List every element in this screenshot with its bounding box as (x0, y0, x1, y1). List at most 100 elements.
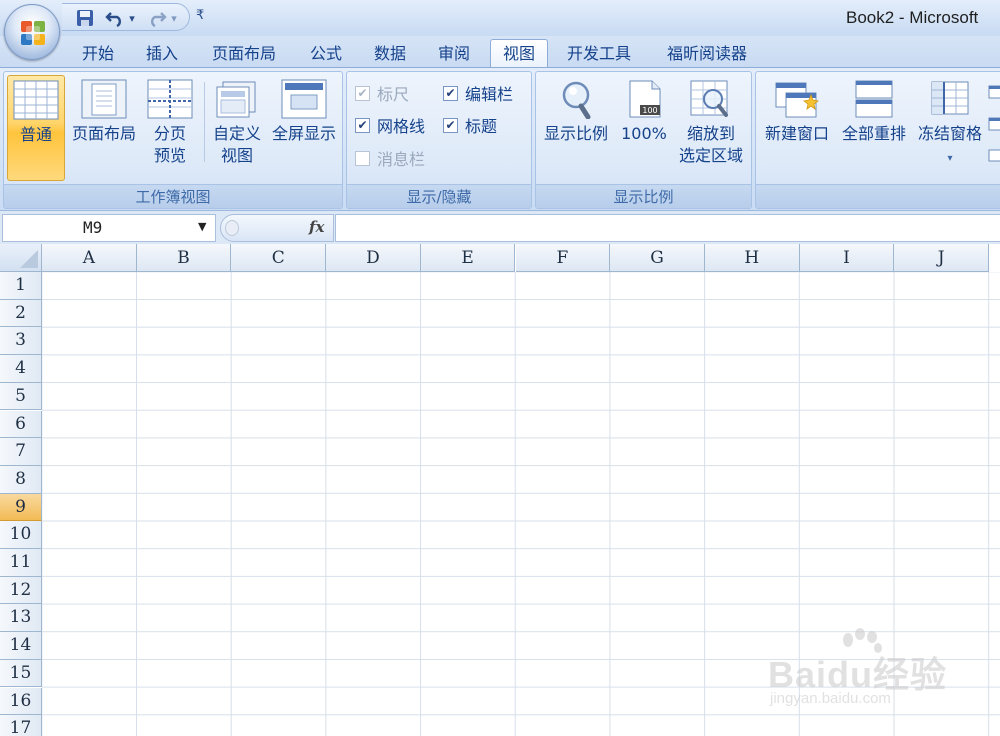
normal-view-button[interactable]: 普通 (7, 75, 65, 181)
column-header[interactable]: D (326, 244, 421, 272)
column-header[interactable]: H (704, 244, 800, 272)
headings-checkbox[interactable]: ✔ 标题 (443, 113, 497, 137)
row-header[interactable]: 2 (0, 299, 42, 328)
row-header[interactable]: 1 (0, 272, 42, 300)
formula-bar-label: 编辑栏 (465, 85, 514, 104)
row-header[interactable]: 13 (0, 604, 42, 633)
tab-developer[interactable]: 开发工具 (556, 42, 642, 68)
formula-bar: M9 ▼ fx (0, 210, 1000, 244)
row-header[interactable]: 3 (0, 327, 42, 356)
group-label-zoom: 显示比例 (536, 184, 751, 208)
tab-view[interactable]: 视图 (490, 39, 548, 69)
zoom-100-badge: 100 (642, 106, 657, 115)
page-break-preview-label-2: 预览 (153, 146, 186, 165)
freeze-panes-button[interactable]: 冻结窗格 ▾ (912, 75, 988, 181)
custom-views-label-1: 自定义 (212, 124, 261, 143)
window-small-buttons-icon[interactable] (988, 82, 1000, 162)
row-header[interactable]: 7 (0, 438, 42, 466)
row-header[interactable]: 16 (0, 687, 42, 716)
arrange-all-button[interactable]: 全部重排 (836, 75, 912, 181)
row-header[interactable]: 9 (0, 493, 42, 522)
column-header[interactable]: I (799, 244, 895, 272)
insert-function-icon[interactable]: fx (309, 218, 324, 236)
group-label-show-hide: 显示/隐藏 (347, 184, 531, 208)
page-layout-view-button[interactable]: 页面布局 (66, 75, 142, 181)
formula-bar-checkbox[interactable]: ✔ 编辑栏 (443, 81, 513, 105)
message-bar-label: 消息栏 (377, 150, 426, 169)
page-break-preview-button[interactable]: 分页 预览 (142, 75, 198, 181)
normal-view-label: 普通 (19, 125, 52, 144)
full-screen-button[interactable]: 全屏显示 (266, 75, 342, 181)
ruler-check-icon: ✔ (355, 85, 370, 101)
group-workbook-views: 普通 页面布局 分页 预览 自定义 视图 全屏显示 工作簿视图 (3, 71, 343, 209)
tab-home[interactable]: 开始 (72, 42, 124, 68)
gridlines-label: 网格线 (377, 117, 426, 136)
page-layout-view-icon (81, 79, 127, 119)
tab-page-layout[interactable]: 页面布局 (202, 42, 286, 68)
zoom-button[interactable]: 显示比例 (538, 75, 614, 181)
gridlines-checkbox[interactable]: ✔ 网格线 (355, 113, 425, 137)
page-layout-view-label: 页面布局 (71, 124, 136, 143)
group-label-window (756, 184, 1000, 208)
freeze-panes-dropdown-icon[interactable]: ▾ (947, 153, 952, 164)
row-header[interactable]: 5 (0, 382, 42, 411)
row-header[interactable]: 15 (0, 659, 42, 688)
column-header[interactable]: E (420, 244, 516, 272)
ruler-checkbox[interactable]: ✔ 标尺 (355, 81, 409, 105)
new-window-label: 新建窗口 (764, 124, 829, 143)
group-label-workbook-views: 工作簿视图 (4, 184, 342, 208)
baidu-watermark: Baidu经验 jingyan.baidu.com (768, 628, 948, 718)
undo-icon[interactable] (104, 7, 126, 29)
message-bar-checkbox[interactable]: 消息栏 (355, 146, 425, 170)
zoom-magnifier-icon (562, 81, 591, 119)
arrange-all-label: 全部重排 (841, 124, 906, 143)
name-box-dropdown-icon[interactable]: ▼ (198, 220, 206, 233)
row-header[interactable]: 17 (0, 715, 42, 736)
zoom-to-selection-label-2: 选定区域 (678, 146, 743, 165)
page-break-preview-label-1: 分页 (153, 124, 186, 143)
window-title: Book2 - Microsoft (846, 8, 979, 27)
row-header[interactable]: 4 (0, 355, 42, 383)
ruler-label: 标尺 (377, 85, 410, 104)
quick-access-toolbar: ▾ ▾ (62, 3, 190, 31)
redo-icon[interactable] (146, 7, 168, 29)
group-show-hide: ✔ 标尺 ✔ 编辑栏 ✔ 网格线 ✔ 标题 消息栏 显示/隐藏 (346, 71, 532, 209)
name-box[interactable]: M9 (2, 214, 216, 242)
headings-label: 标题 (465, 117, 498, 136)
custom-views-button[interactable]: 自定义 视图 (206, 75, 268, 181)
tab-insert[interactable]: 插入 (136, 42, 188, 68)
row-header[interactable]: 6 (0, 410, 42, 439)
row-header[interactable]: 8 (0, 465, 42, 494)
select-all-button[interactable] (0, 244, 42, 272)
customize-qat-icon[interactable]: ₹ (196, 8, 204, 23)
zoom-to-selection-button[interactable]: 缩放到 选定区域 (672, 75, 750, 181)
column-header[interactable]: C (231, 244, 327, 272)
row-header[interactable]: 10 (0, 521, 42, 549)
zoom-100-button[interactable]: 100 100% (616, 75, 672, 181)
tab-formulas[interactable]: 公式 (300, 42, 352, 68)
ribbon: 普通 页面布局 分页 预览 自定义 视图 全屏显示 工作簿视图 ✔ 标尺 ✔ 编… (0, 67, 1000, 210)
column-header[interactable]: J (894, 244, 989, 272)
tab-foxit-reader[interactable]: 福昕阅读器 (654, 42, 760, 68)
redo-dropdown-icon[interactable]: ▾ (168, 7, 180, 29)
new-window-button[interactable]: 新建窗口 (758, 75, 836, 181)
freeze-panes-icon (931, 81, 969, 115)
tab-data[interactable]: 数据 (364, 42, 416, 68)
column-header[interactable]: G (610, 244, 705, 272)
tab-review[interactable]: 审阅 (428, 42, 480, 68)
row-header[interactable]: 11 (0, 549, 42, 577)
row-header[interactable]: 14 (0, 632, 42, 660)
group-divider (204, 82, 205, 162)
save-icon[interactable] (74, 7, 96, 29)
formula-input[interactable] (335, 214, 1000, 242)
zoom-100-label: 100% (621, 124, 667, 143)
row-header[interactable]: 12 (0, 576, 42, 605)
formula-bar-resize-handle[interactable] (225, 220, 239, 236)
page-break-preview-icon (147, 79, 193, 119)
column-header[interactable]: F (515, 244, 611, 272)
zoom-label: 显示比例 (543, 124, 608, 143)
undo-dropdown-icon[interactable]: ▾ (126, 7, 138, 29)
column-header[interactable]: A (42, 244, 137, 272)
column-header[interactable]: B (136, 244, 232, 272)
office-button[interactable] (4, 4, 60, 60)
